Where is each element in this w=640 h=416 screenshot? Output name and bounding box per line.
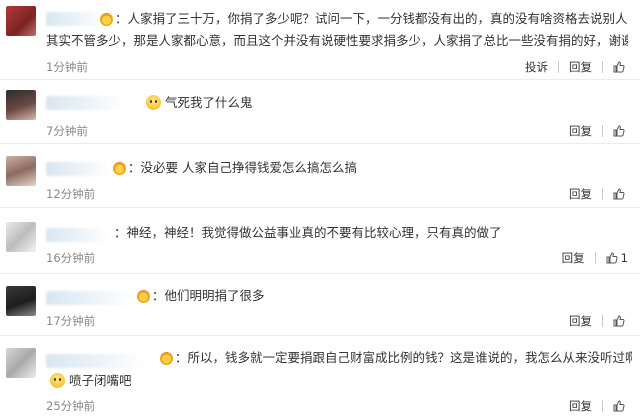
reply-button[interactable]: 回复	[569, 123, 592, 139]
vip-crown-icon	[100, 13, 113, 26]
thumbs-up-icon	[613, 61, 625, 73]
comment-text: ：神经，神经！我觉得做公益事业真的不要有比较心理，只有真的做了	[114, 222, 628, 244]
face-emoji-icon	[50, 373, 65, 388]
like-button[interactable]: 1	[606, 251, 628, 265]
thumbs-up-icon	[613, 125, 625, 137]
username-blurred[interactable]	[46, 162, 110, 176]
comment-text: ：他们明明捐了很多	[152, 285, 628, 307]
reply-button[interactable]: 回复	[569, 398, 592, 414]
like-button[interactable]	[613, 315, 628, 327]
reply-button[interactable]: 回复	[569, 313, 592, 329]
action-divider	[602, 125, 603, 137]
thumbs-up-icon	[606, 252, 618, 264]
report-button[interactable]: 投诉	[525, 59, 548, 75]
comment-actions: 回复	[569, 123, 628, 139]
thumbs-up-icon	[613, 400, 625, 412]
action-divider	[558, 61, 559, 73]
thumbs-up-icon	[613, 315, 625, 327]
vip-crown-icon	[113, 162, 126, 175]
comment-actions: 回复	[569, 313, 628, 329]
like-button[interactable]	[613, 400, 628, 412]
thumbs-up-icon	[613, 188, 625, 200]
username-blurred[interactable]	[46, 354, 144, 368]
comment-text-line2: 其实不管多少，那是人家都心意，而且这个并没有说硬性要求捐多少，人家捐了总比一些没…	[46, 33, 628, 48]
comment-item: ：神经，神经！我觉得做公益事业真的不要有比较心理，只有真的做了 16分钟前 回复…	[0, 208, 640, 274]
username-blurred[interactable]	[46, 291, 132, 305]
comment-item: ：人家捐了三十万，你捐了多少呢？试问一下，一分钱都没有出的，真的没有啥资格去说别…	[0, 0, 640, 80]
reply-button[interactable]: 回复	[569, 186, 592, 202]
avatar[interactable]	[6, 348, 36, 378]
comment-text-line2: 喷子闭嘴吧	[69, 373, 132, 388]
angry-face-emoji-icon	[146, 95, 161, 110]
action-divider	[602, 61, 603, 73]
like-count: 1	[620, 251, 628, 265]
comment-item: ：所以，钱多就一定要捐跟自己财富成比例的钱？这是谁说的，我怎么从来没听过啊 喷子…	[0, 336, 640, 416]
like-button[interactable]	[613, 61, 628, 73]
comment-text-continued: 其实不管多少，那是人家都心意，而且这个并没有说硬性要求捐多少，人家捐了总比一些没…	[46, 30, 628, 52]
comment-time: 25分钟前	[46, 399, 96, 413]
comment-list: ：人家捐了三十万，你捐了多少呢？试问一下，一分钱都没有出的，真的没有啥资格去说别…	[0, 0, 640, 416]
comment-time: 7分钟前	[46, 124, 88, 138]
comment-actions: 回复	[569, 186, 628, 202]
vip-crown-icon	[137, 290, 150, 303]
action-divider	[602, 188, 603, 200]
action-divider	[602, 315, 603, 327]
like-button[interactable]	[613, 188, 628, 200]
comment-actions: 回复	[569, 398, 628, 414]
comment-text-line1: ：他们明明捐了很多	[152, 288, 265, 303]
comment-item: ：没必要 人家自己挣得钱爱怎么搞怎么搞 12分钟前 回复	[0, 144, 640, 208]
comment-text: ：没必要 人家自己挣得钱爱怎么搞怎么搞	[128, 157, 628, 179]
like-button[interactable]	[613, 125, 628, 137]
comment-text-continued: 喷子闭嘴吧	[50, 370, 628, 392]
reply-button[interactable]: 回复	[569, 59, 592, 75]
avatar[interactable]	[6, 286, 36, 316]
comment-text: ：人家捐了三十万，你捐了多少呢？试问一下，一分钱都没有出的，真的没有啥资格去说别…	[115, 8, 628, 30]
username-blurred[interactable]	[46, 228, 108, 242]
comment-time: 12分钟前	[46, 187, 96, 201]
comment-text-line1: ：人家捐了三十万，你捐了多少呢？试问一下，一分钱都没有出的，真的没有啥资格去说别…	[115, 11, 628, 26]
action-divider	[602, 400, 603, 412]
action-divider	[594, 252, 596, 264]
comment-time: 16分钟前	[46, 251, 96, 265]
comment-actions: 回复 1	[562, 250, 628, 266]
comment-time: 17分钟前	[46, 314, 96, 328]
comment-text: ：所以，钱多就一定要捐跟自己财富成比例的钱？这是谁说的，我怎么从来没听过啊	[175, 347, 632, 369]
comment-item: 气死我了什么鬼 7分钟前 回复	[0, 80, 640, 144]
comment-actions: 投诉 回复	[525, 59, 628, 75]
avatar[interactable]	[6, 156, 36, 186]
comment-text: 气死我了什么鬼	[146, 92, 628, 114]
comment-item: ：他们明明捐了很多 17分钟前 回复	[0, 274, 640, 336]
comment-text-line1: ：神经，神经！我觉得做公益事业真的不要有比较心理，只有真的做了	[114, 225, 502, 240]
comment-text-line1: ：没必要 人家自己挣得钱爱怎么搞怎么搞	[128, 160, 357, 175]
username-blurred[interactable]	[46, 12, 104, 26]
comment-text-line1: ：所以，钱多就一定要捐跟自己财富成比例的钱？这是谁说的，我怎么从来没听过啊	[175, 350, 632, 365]
comment-time: 1分钟前	[46, 60, 88, 74]
username-blurred[interactable]	[46, 96, 124, 110]
avatar[interactable]	[6, 222, 36, 252]
reply-button[interactable]: 回复	[562, 250, 585, 266]
vip-crown-icon	[160, 352, 173, 365]
comment-text-line1: 气死我了什么鬼	[165, 95, 253, 110]
avatar[interactable]	[6, 90, 36, 120]
avatar[interactable]	[6, 6, 36, 36]
